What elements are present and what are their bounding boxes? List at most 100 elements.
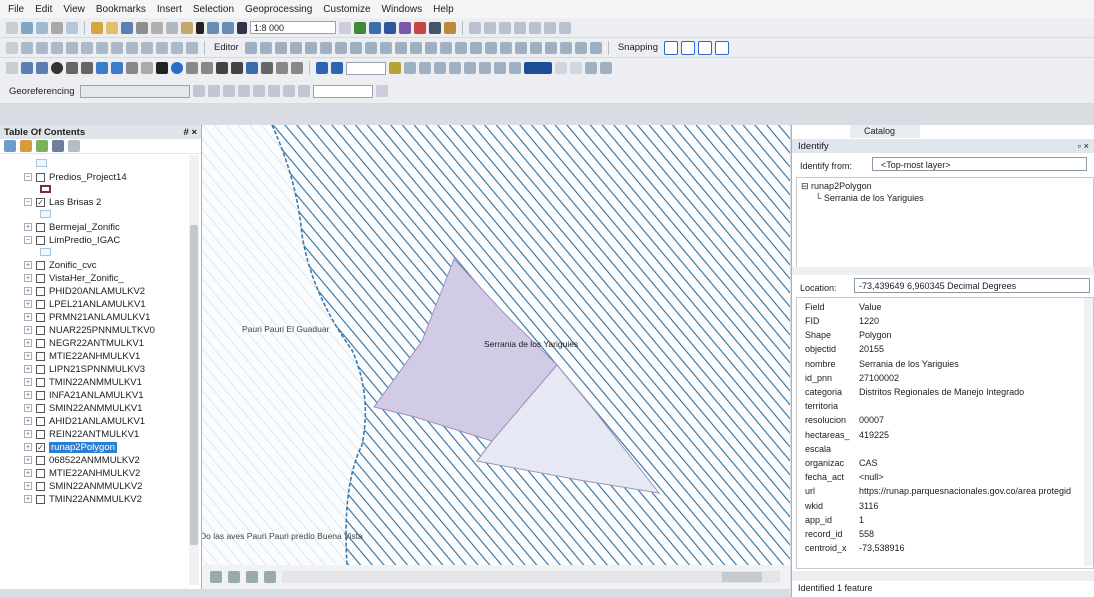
- open-icon[interactable]: [106, 21, 118, 34]
- extent-icon[interactable]: [51, 21, 63, 34]
- expand-icon[interactable]: +: [24, 430, 32, 438]
- sketch-tool-icon[interactable]: [469, 41, 482, 54]
- select-elements-icon[interactable]: [156, 62, 168, 74]
- expand-icon[interactable]: +: [24, 391, 32, 399]
- sketch-tool-icon[interactable]: [364, 41, 377, 54]
- layer-name[interactable]: Bermejal_Zonific: [49, 222, 120, 233]
- layer-name[interactable]: TMIN22ANMMULKV1: [49, 377, 142, 388]
- data-view-icon[interactable]: [210, 571, 222, 583]
- toolbar-tool-icon[interactable]: [404, 62, 416, 74]
- expand-icon[interactable]: +: [24, 404, 32, 412]
- measure-icon[interactable]: [216, 62, 228, 74]
- vertex-snapping-icon[interactable]: [697, 40, 712, 55]
- toolbar-tool-icon[interactable]: [419, 62, 431, 74]
- identify-from-select[interactable]: <Top-most layer>: [872, 157, 1087, 171]
- menu-bookmarks[interactable]: Bookmarks: [96, 4, 146, 15]
- sketch-tool-icon[interactable]: [319, 41, 332, 54]
- redo-icon[interactable]: [222, 21, 234, 34]
- layer-name[interactable]: Predios_Project14: [49, 172, 127, 183]
- toolbar-tool-icon[interactable]: [469, 21, 481, 34]
- toolbar-tool-icon[interactable]: [186, 41, 198, 54]
- layer-visibility-checkbox[interactable]: [36, 325, 45, 335]
- expand-icon[interactable]: +: [24, 326, 32, 334]
- toc-layer-row[interactable]: + SMIN22ANMMULKV2: [24, 480, 142, 492]
- toolbar-tool-icon[interactable]: [81, 41, 93, 54]
- layer-visibility-checkbox[interactable]: [36, 299, 45, 309]
- toolbar-tool-icon[interactable]: [479, 62, 491, 74]
- copy-icon[interactable]: [166, 21, 178, 34]
- paste-icon[interactable]: [181, 21, 193, 34]
- full-extent-icon[interactable]: [66, 62, 78, 74]
- layer-visibility-checkbox[interactable]: [36, 416, 45, 426]
- layer-name[interactable]: SMIN22ANMMULKV1: [49, 403, 142, 414]
- toolbar-tool-icon[interactable]: [449, 62, 461, 74]
- color-bar-icon[interactable]: [524, 62, 552, 74]
- layer-name[interactable]: MTIE22ANHMULKV1: [49, 351, 140, 362]
- layer-name[interactable]: runap2Polygon: [49, 441, 117, 453]
- catalog-tab[interactable]: Catalog: [850, 125, 920, 138]
- menu-view[interactable]: View: [63, 4, 85, 15]
- layer-name[interactable]: NEGR22ANTMULKV1: [49, 338, 144, 349]
- layer-name[interactable]: PHID20ANLAMULKV2: [49, 286, 145, 297]
- sketch-tool-icon[interactable]: [589, 41, 602, 54]
- toolbar-tool-icon[interactable]: [316, 62, 328, 74]
- expand-icon[interactable]: −: [24, 236, 32, 244]
- identify-close-icon[interactable]: ▫ ×: [1077, 141, 1089, 152]
- toc-layer-row[interactable]: + MTIE22ANHMULKV2: [24, 467, 140, 479]
- expand-icon[interactable]: −: [24, 173, 32, 181]
- toolbar-tool-icon[interactable]: [193, 85, 206, 97]
- layer-visibility-checkbox[interactable]: [36, 172, 45, 182]
- map-horizontal-scrollbar[interactable]: [282, 571, 780, 583]
- time-slider-icon[interactable]: [276, 62, 288, 74]
- toc-layer-row[interactable]: + PHID20ANLAMULKV2: [24, 285, 145, 297]
- toolbar-tool-icon[interactable]: [171, 41, 183, 54]
- toolbar-tool-icon[interactable]: [141, 41, 153, 54]
- toolbar-tool-icon[interactable]: [111, 41, 123, 54]
- modelbuilder-icon[interactable]: [444, 21, 456, 34]
- toc-layer-row[interactable]: − Predios_Project14: [24, 171, 127, 183]
- tree-layer-node[interactable]: ⊟ runap2Polygon: [801, 181, 872, 192]
- layer-name[interactable]: NUAR225PNNMULTKV0: [49, 325, 155, 336]
- toolbar-tool-icon[interactable]: [283, 85, 296, 97]
- expand-icon[interactable]: +: [24, 443, 32, 451]
- sketch-tool-icon[interactable]: [484, 41, 497, 54]
- attribute-horizontal-scrollbar[interactable]: [792, 571, 1094, 581]
- sketch-tool-icon[interactable]: [304, 41, 317, 54]
- route-icon[interactable]: [246, 62, 258, 74]
- menu-customize[interactable]: Customize: [323, 4, 370, 15]
- toc-layer-row[interactable]: + LPEL21ANLAMULKV1: [24, 298, 146, 310]
- layer-visibility-checkbox[interactable]: [36, 403, 45, 413]
- layer-name[interactable]: Zonific_cvc: [49, 260, 97, 271]
- select-features-icon[interactable]: [126, 62, 138, 74]
- toc-layer-row[interactable]: + VistaHer_Zonific_: [24, 272, 124, 284]
- layer-visibility-checkbox[interactable]: ✓: [36, 197, 45, 207]
- expand-icon[interactable]: +: [24, 352, 32, 360]
- layer-visibility-checkbox[interactable]: [36, 260, 45, 270]
- expand-icon[interactable]: +: [24, 300, 32, 308]
- sketch-tool-icon[interactable]: [379, 41, 392, 54]
- layer-name[interactable]: LIPN21SPNNMULKV3: [49, 364, 145, 375]
- layer-name[interactable]: VistaHer_Zonific_: [49, 273, 124, 284]
- layer-name[interactable]: SMIN22ANMMULKV2: [49, 481, 142, 492]
- edit-tool-icon[interactable]: [244, 41, 257, 54]
- layer-visibility-checkbox[interactable]: [36, 222, 45, 232]
- georeferencing-layer-combo[interactable]: [80, 84, 191, 98]
- fixed-zoom-icon[interactable]: [81, 62, 93, 74]
- toc-layer-row[interactable]: + MTIE22ANHMULKV1: [24, 350, 140, 362]
- toolbar-tool-icon[interactable]: [494, 62, 506, 74]
- georeferencing-menu-button[interactable]: Georeferencing: [6, 86, 77, 97]
- delete-icon[interactable]: [196, 21, 204, 34]
- layer-visibility-checkbox[interactable]: [36, 338, 45, 348]
- expand-icon[interactable]: +: [24, 339, 32, 347]
- toolbar-tool-icon[interactable]: [96, 41, 108, 54]
- search-window-icon[interactable]: [399, 21, 411, 34]
- save-icon[interactable]: [121, 21, 133, 34]
- expand-icon[interactable]: +: [24, 274, 32, 282]
- toolbar-tool-icon[interactable]: [559, 21, 571, 34]
- layer-visibility-checkbox[interactable]: ✓: [36, 442, 45, 452]
- scale-dropdown-icon[interactable]: [339, 21, 351, 34]
- list-by-source-icon[interactable]: [20, 140, 32, 152]
- sketch-tool-icon[interactable]: [454, 41, 467, 54]
- sketch-tool-icon[interactable]: [274, 41, 287, 54]
- toc-layer-row[interactable]: + REIN22ANTMULKV1: [24, 428, 139, 440]
